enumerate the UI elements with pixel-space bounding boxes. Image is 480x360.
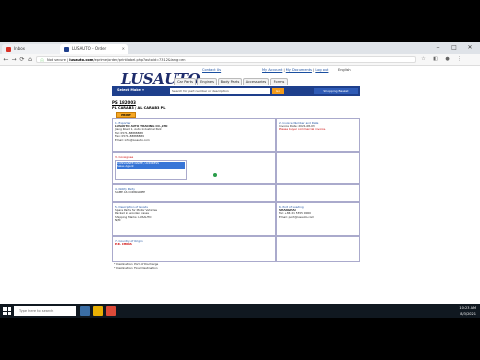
description-line: N/M	[115, 218, 121, 223]
tab-favicon-icon	[64, 47, 69, 52]
tab-title: Inbox	[14, 46, 25, 51]
extension-icon[interactable]: ◧	[432, 56, 439, 63]
address-bar: ← → ⟳ ⌂ ⓘ Not secure | lusauto.com/eprim…	[0, 54, 480, 66]
document-title: PS 182003	[112, 100, 136, 105]
consignee-label: 3. Consignee	[115, 155, 134, 159]
maximize-icon[interactable]: □	[446, 42, 462, 54]
home-icon[interactable]: ⌂	[26, 55, 34, 64]
nav-tab-forms[interactable]: Forms	[270, 78, 288, 85]
notify-side-box	[276, 184, 360, 202]
url-prefix: Not secure |	[47, 58, 70, 62]
close-window-icon[interactable]: ✕	[462, 42, 478, 54]
url-host: lusauto.com	[69, 58, 94, 62]
letterbox-bottom	[0, 318, 480, 360]
shopping-basket-button[interactable]: Shopping Basket	[314, 88, 358, 94]
select-make-dropdown[interactable]: Select Make ▾	[117, 88, 144, 92]
task-view-icon[interactable]	[80, 306, 90, 316]
nav-tab-engines[interactable]: Engines	[197, 78, 217, 85]
screen: Inbox ✕ LUSAUTO - Order ✕ – □ ✕ ← → ⟳ ⌂ …	[0, 42, 480, 318]
logout-link[interactable]: Log out	[315, 68, 328, 72]
language-select[interactable]: English	[338, 68, 351, 72]
web-page: Contact Us My Account | My Documents | L…	[0, 66, 480, 318]
search-input[interactable]: Search for part number or description	[170, 88, 270, 94]
minimize-icon[interactable]: –	[430, 42, 446, 54]
my-documents-link[interactable]: My Documents	[286, 68, 312, 72]
chrome-icon[interactable]	[106, 306, 116, 316]
exporter-box[interactable]: 1. Exporter LUSAUTO AUTO TRADING CO.,LTD…	[112, 118, 276, 152]
windows-start-icon[interactable]	[3, 307, 11, 315]
star-icon[interactable]: ☆	[420, 56, 427, 63]
exporter-line: Email: info@lusauto.com	[115, 137, 150, 142]
notify-line: SAME AS CONSIGNEE	[115, 190, 146, 194]
letterbox-top	[0, 0, 480, 42]
profile-icon[interactable]: ●	[444, 56, 451, 63]
description-box[interactable]: 5. Description of Goods Spare Parts for …	[112, 202, 276, 236]
language-value: English	[338, 68, 351, 72]
top-links: Contact Us	[202, 68, 221, 72]
menu-icon[interactable]: ⋮	[456, 56, 463, 63]
system-clock[interactable]: 10:23 AM 8/3/2021	[459, 305, 476, 317]
account-links: My Account | My Documents | Log out	[262, 68, 329, 72]
url-field[interactable]: ⓘ Not secure | lusauto.com/eprime/order/…	[36, 56, 416, 63]
tab-favicon-icon	[6, 47, 11, 52]
document-subtitle: PL CARAB3 / AL CARAB3 PL	[112, 106, 166, 110]
taskbar: Type here to search 10:23 AM 8/3/2021	[0, 304, 480, 318]
port-box[interactable]: 6. Port of Loading SHANGHAI Tel: +86 21 …	[276, 202, 360, 236]
nav-tab-body-parts[interactable]: Body Parts	[218, 78, 242, 85]
url-path: /eprime/order/printlabel.php?autoid=7312…	[93, 58, 186, 62]
origin-box[interactable]: 7. Country of Origin P.R. CHINA	[112, 236, 276, 262]
consignee-line: Sales Agent	[117, 164, 185, 169]
nav-tab-accessories[interactable]: Accessories	[243, 78, 269, 85]
close-tab-icon[interactable]: ✕	[122, 44, 125, 54]
my-account-link[interactable]: My Account	[262, 68, 282, 72]
search-bar: Select Make ▾ Search for part number or …	[112, 86, 360, 96]
forward-icon[interactable]: →	[10, 55, 18, 64]
consignee-side-box	[276, 152, 360, 184]
select-make-label: Select Make	[117, 88, 141, 92]
clock-date: 8/3/2021	[460, 312, 476, 316]
back-icon[interactable]: ←	[2, 55, 10, 64]
save-icon[interactable]	[213, 173, 217, 177]
reload-icon[interactable]: ⟳	[18, 55, 26, 64]
invoice-line: Please buyer commercial invoice.	[279, 127, 326, 132]
consignee-textarea[interactable]: CONSIGNEE NAME / ADDRESS Sales Agent	[115, 160, 187, 180]
browser-tab-2[interactable]: LUSAUTO - Order ✕	[60, 44, 128, 54]
taskbar-search[interactable]: Type here to search	[14, 306, 76, 316]
port-line: Email: port@lusauto.com	[279, 214, 315, 219]
go-button[interactable]: Go	[272, 88, 284, 94]
tab-title: LUSAUTO - Order	[72, 46, 107, 51]
nav-tab-car-parts[interactable]: Car Parts	[174, 78, 196, 85]
origin-side-box	[276, 236, 360, 262]
browser-tab-strip: Inbox ✕ LUSAUTO - Order ✕ – □ ✕	[0, 42, 480, 54]
consignee-box[interactable]: 3. Consignee CONSIGNEE NAME / ADDRESS Sa…	[112, 152, 276, 184]
contact-link[interactable]: Contact Us	[202, 68, 221, 72]
notify-box[interactable]: 4. Notify Party SAME AS CONSIGNEE	[112, 184, 276, 202]
origin-value: P.R. CHINA	[115, 242, 132, 246]
info-icon[interactable]: ⓘ	[40, 58, 44, 62]
file-explorer-icon[interactable]	[93, 306, 103, 316]
invoice-box[interactable]: 2. Invoice Number and Date Invoice Date:…	[276, 118, 360, 152]
footnote: * Destination: Final Destination	[114, 266, 158, 270]
